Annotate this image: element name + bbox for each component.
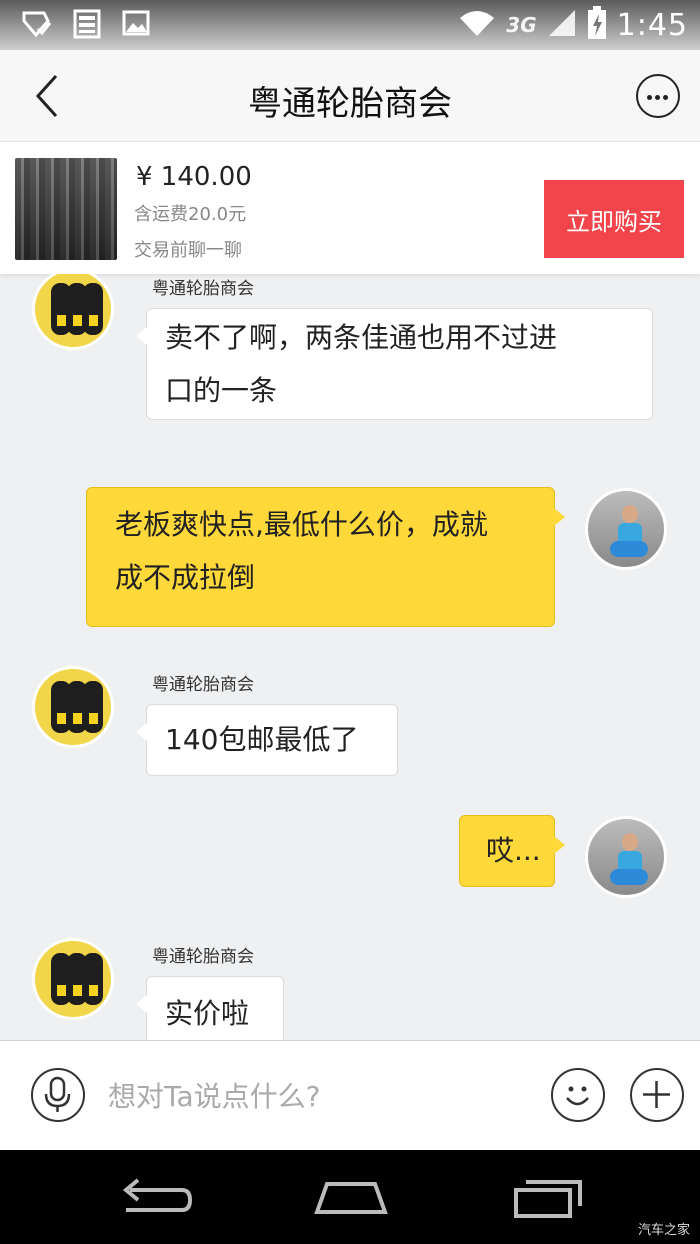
network-type-label: 3G <box>506 13 537 37</box>
more-options-icon <box>647 95 652 100</box>
more-dot <box>663 95 668 100</box>
message-line: 哎... <box>486 834 541 867</box>
message-line: 老板爽快点,最低什么价，成就 <box>115 508 488 541</box>
microphone-icon <box>44 1076 71 1112</box>
message-bubble-mine[interactable]: 老板爽快点,最低什么价，成就 成不成拉倒 <box>86 487 565 627</box>
user-avatar[interactable] <box>585 488 667 570</box>
nav-home-icon <box>314 1182 388 1214</box>
title-bar: 粤通轮胎商会 <box>0 50 700 142</box>
nav-home-button[interactable] <box>311 1174 391 1220</box>
shop-avatar[interactable] <box>32 938 114 1020</box>
nav-recents-button[interactable] <box>508 1174 588 1220</box>
notification-icon <box>20 9 52 43</box>
message-line: 实价啦 <box>165 997 250 1030</box>
emoji-button[interactable] <box>551 1068 605 1122</box>
nav-back-button[interactable] <box>116 1174 196 1220</box>
chat-note: 交易前聊一聊 <box>134 240 242 261</box>
shop-avatar[interactable] <box>32 666 114 748</box>
clock: 1:45 <box>616 7 688 43</box>
sender-name: 粤通轮胎商会 <box>152 279 254 299</box>
shipping-note: 含运费20.0元 <box>134 204 247 225</box>
product-price: ¥ 140.00 <box>136 162 252 192</box>
more-dot <box>655 95 660 100</box>
page-title: 粤通轮胎商会 <box>248 84 452 124</box>
signal-icon <box>547 8 577 42</box>
message-bubble[interactable]: 卖不了啊，两条佳通也用不过进 口的一条 <box>136 308 653 420</box>
sim-icon <box>72 9 102 43</box>
user-avatar[interactable] <box>585 816 667 898</box>
nav-recents-icon <box>514 1180 582 1218</box>
sender-name: 粤通轮胎商会 <box>152 947 254 967</box>
message-input[interactable] <box>108 1071 528 1121</box>
shop-avatar[interactable] <box>32 274 114 350</box>
voice-button[interactable] <box>31 1068 85 1122</box>
smiley-icon <box>566 1086 589 1106</box>
system-nav-bar: 汽车之家 <box>0 1150 700 1244</box>
buy-now-button[interactable]: 立即购买 <box>544 180 684 258</box>
message-bubble[interactable]: 实价啦 <box>136 976 284 1040</box>
message-line: 成不成拉倒 <box>115 561 256 594</box>
more-options-button[interactable] <box>636 74 680 118</box>
sender-name: 粤通轮胎商会 <box>152 675 254 695</box>
message-bubble-mine[interactable]: 哎... <box>459 815 565 887</box>
message-bubble[interactable]: 140包邮最低了 <box>136 704 398 776</box>
message-line: 口的一条 <box>165 374 278 407</box>
input-bar <box>0 1040 700 1150</box>
battery-charging-icon <box>587 6 607 44</box>
nav-back-icon <box>122 1178 193 1212</box>
wifi-icon <box>458 8 496 42</box>
message-line: 140包邮最低了 <box>165 723 359 756</box>
watermark: 汽车之家 <box>637 1223 690 1238</box>
status-bar: 3G 1:45 <box>0 0 700 50</box>
chat-area[interactable]: 粤通轮胎商会 卖不了啊，两条佳通也用不过进 口的一条 老板爽快点,最低什么价，成… <box>0 274 700 1040</box>
add-attachment-button[interactable] <box>630 1068 684 1122</box>
plus-icon <box>643 1081 670 1108</box>
product-card[interactable]: ¥ 140.00 含运费20.0元 交易前聊一聊 立即购买 <box>0 142 700 274</box>
image-icon <box>122 9 150 43</box>
product-thumbnail[interactable] <box>15 158 117 260</box>
message-line: 卖不了啊，两条佳通也用不过进 <box>165 321 558 354</box>
